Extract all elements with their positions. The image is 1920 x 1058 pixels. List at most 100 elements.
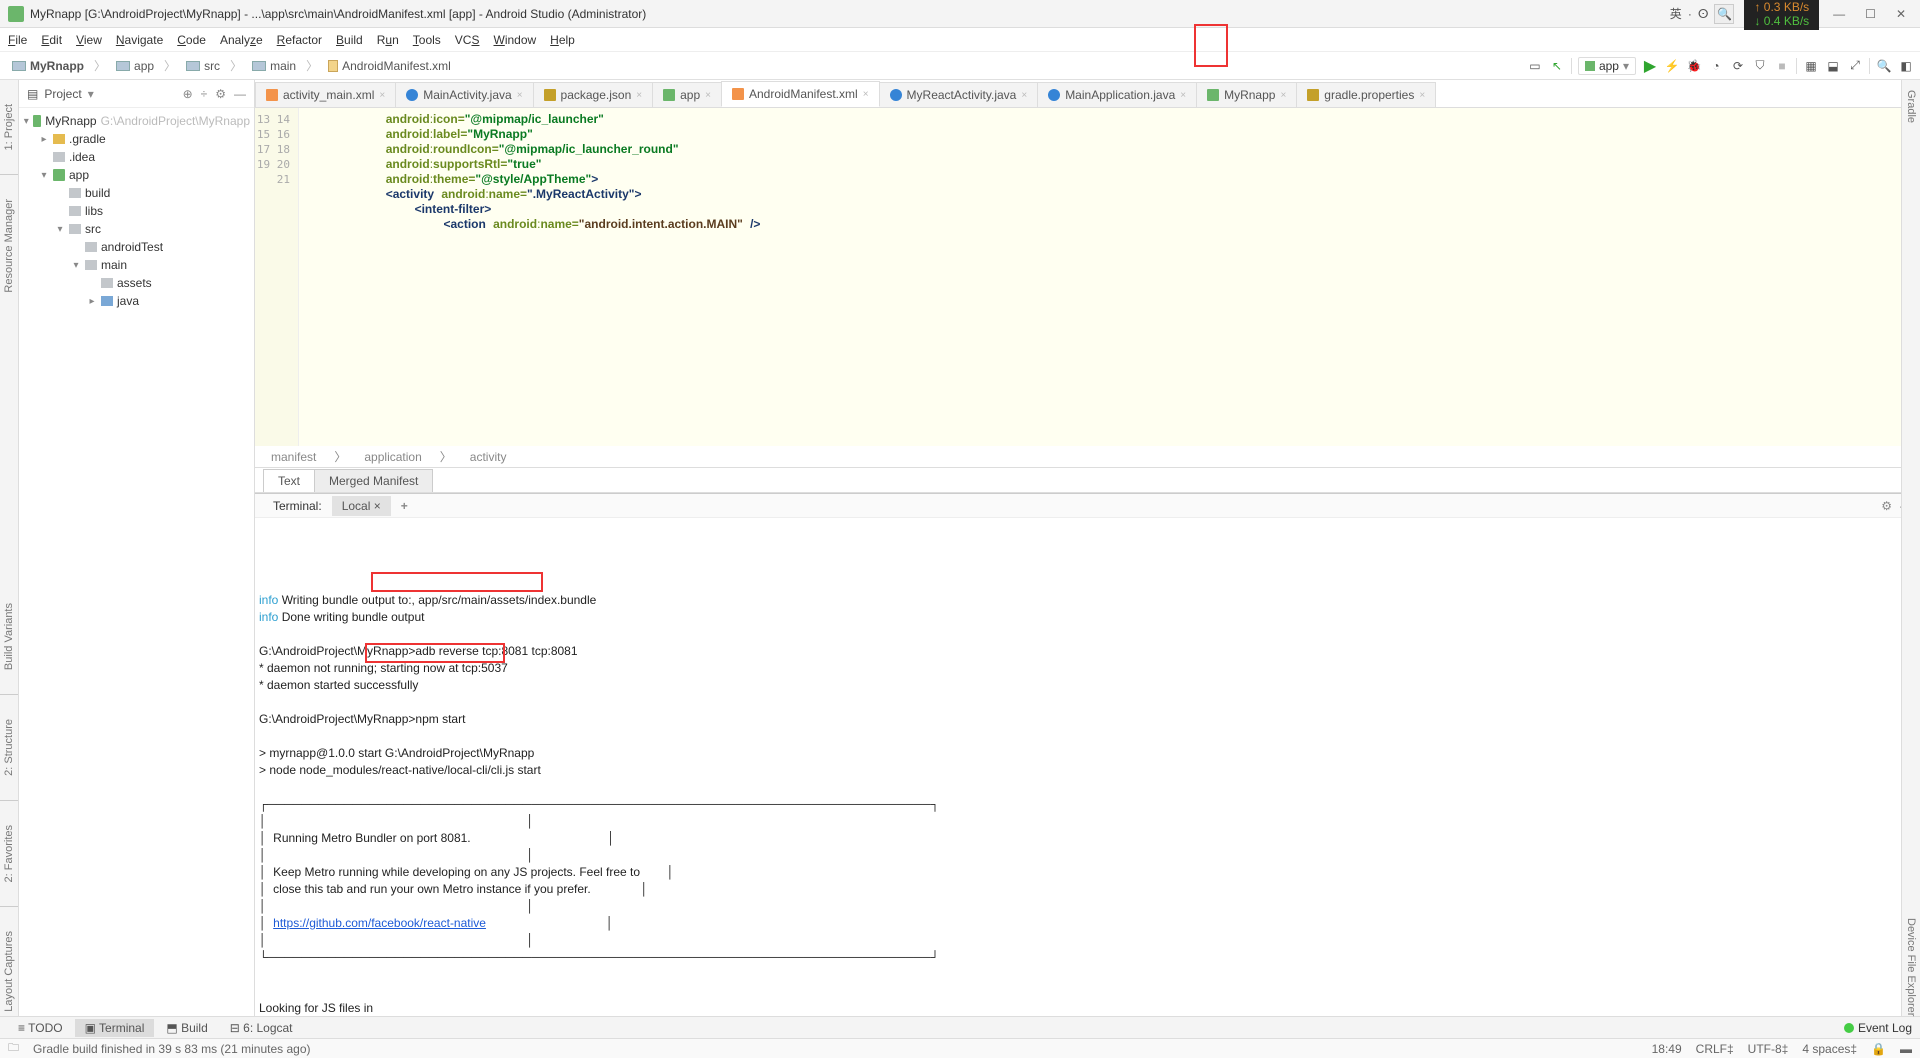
close-icon[interactable]: × xyxy=(1021,90,1027,101)
sidebar-tab-project[interactable]: 1: Project xyxy=(3,100,15,154)
project-tree[interactable]: ▾ MyRnapp G:\AndroidProject\MyRnapp▸ .gr… xyxy=(19,108,254,1016)
menu-analyze[interactable]: Analyze xyxy=(220,33,263,47)
editor-breadcrumb[interactable]: manifest〉 application〉 activity xyxy=(255,446,1920,468)
tree-row[interactable]: ▾ app xyxy=(19,166,254,184)
tree-row[interactable]: ▸ java xyxy=(19,292,254,310)
tree-row[interactable]: build xyxy=(19,184,254,202)
menu-refactor[interactable]: Refactor xyxy=(277,33,322,47)
close-icon[interactable]: × xyxy=(863,89,869,100)
profile-icon[interactable]: ◔ xyxy=(1708,58,1724,74)
sidebar-tab-resource-manager[interactable]: Resource Manager xyxy=(3,195,15,297)
terminal-new-tab[interactable]: + xyxy=(391,496,418,516)
editor-tab[interactable]: MyRnapp× xyxy=(1196,82,1297,107)
chevron-down-icon[interactable]: ▾ xyxy=(88,87,94,101)
tree-row[interactable]: androidTest xyxy=(19,238,254,256)
close-icon[interactable]: × xyxy=(374,499,381,513)
sdk-manager-icon[interactable]: ⬓ xyxy=(1825,58,1841,74)
expand-icon[interactable]: ▾ xyxy=(23,116,29,127)
stop-button[interactable]: ■ xyxy=(1774,58,1790,74)
menu-tools[interactable]: Tools xyxy=(413,33,441,47)
target-icon[interactable]: ⊕ xyxy=(183,87,193,101)
run-config-select[interactable]: app▾ xyxy=(1578,57,1636,75)
tree-row[interactable]: ▸ .gradle xyxy=(19,130,254,148)
event-log-button[interactable]: Event Log xyxy=(1844,1021,1912,1035)
terminal-tab-local[interactable]: Local × xyxy=(332,496,391,516)
menu-help[interactable]: Help xyxy=(550,33,575,47)
project-tool-window[interactable]: ▤ Project ▾ ⊕ ÷ ⚙ — ▾ MyRnapp G:\Android… xyxy=(19,80,255,1016)
run-button[interactable]: ▶ xyxy=(1642,58,1658,74)
close-icon[interactable]: × xyxy=(1180,90,1186,101)
breadcrumb-root[interactable]: MyRnapp xyxy=(6,57,90,75)
tree-row[interactable]: ▾ main xyxy=(19,256,254,274)
breadcrumb[interactable]: MyRnapp 〉 app 〉 src 〉 main 〉 AndroidMani… xyxy=(6,57,457,75)
collapse-icon[interactable]: ÷ xyxy=(201,87,208,101)
editor-tabs[interactable]: activity_main.xml×MainActivity.java×pack… xyxy=(255,80,1920,108)
lock-icon[interactable]: 🔒 xyxy=(1871,1042,1886,1056)
editor-tab[interactable]: MainActivity.java× xyxy=(395,82,533,107)
close-icon[interactable]: × xyxy=(379,90,385,101)
terminal-content[interactable]: info Writing bundle output to:, app/src/… xyxy=(255,518,1920,1016)
menu-build[interactable]: Build xyxy=(336,33,363,47)
maximize-icon[interactable]: ☐ xyxy=(1865,7,1876,21)
subtab-merged-manifest[interactable]: Merged Manifest xyxy=(314,469,433,492)
editor-tab[interactable]: MainApplication.java× xyxy=(1037,82,1197,107)
window-controls[interactable]: — ☐ ✕ xyxy=(1827,7,1912,21)
layout-icon[interactable]: ◧ xyxy=(1898,58,1914,74)
close-icon[interactable]: × xyxy=(636,90,642,101)
debug-button[interactable]: 🐞 xyxy=(1686,58,1702,74)
coverage-icon[interactable]: ⛉ xyxy=(1752,58,1768,74)
status-line-sep[interactable]: CRLF‡ xyxy=(1696,1042,1734,1056)
tree-row[interactable]: libs xyxy=(19,202,254,220)
editor-subtabs[interactable]: Text Merged Manifest xyxy=(255,468,1920,493)
avd-manager-icon[interactable]: ▦ xyxy=(1803,58,1819,74)
search-icon[interactable]: 🔍 xyxy=(1714,4,1734,24)
expand-icon[interactable]: ▸ xyxy=(39,134,49,145)
left-tool-stripe[interactable]: 1: Project Resource Manager Build Varian… xyxy=(0,80,19,1016)
reload-icon[interactable]: ⤢ xyxy=(1847,58,1863,74)
menu-code[interactable]: Code xyxy=(177,33,206,47)
editor-tab[interactable]: AndroidManifest.xml× xyxy=(721,81,880,107)
menu-navigate[interactable]: Navigate xyxy=(116,33,163,47)
status-indent[interactable]: 4 spaces‡ xyxy=(1802,1042,1857,1056)
menu-edit[interactable]: Edit xyxy=(41,33,62,47)
expand-icon[interactable]: ▾ xyxy=(39,170,49,181)
menu-view[interactable]: View xyxy=(76,33,102,47)
gear-icon[interactable]: ⚙ xyxy=(1881,499,1892,513)
status-encoding[interactable]: UTF-8‡ xyxy=(1748,1042,1789,1056)
sidebar-tab-layout-captures[interactable]: Layout Captures xyxy=(3,927,15,1016)
editor-tab[interactable]: package.json× xyxy=(533,82,654,107)
tool-tab-build[interactable]: ⬒ Build xyxy=(156,1019,217,1037)
sidebar-tab-structure[interactable]: 2: Structure xyxy=(3,715,15,780)
close-icon[interactable]: × xyxy=(517,90,523,101)
close-icon[interactable]: ✕ xyxy=(1896,7,1906,21)
close-icon[interactable]: × xyxy=(1280,90,1286,101)
bottom-tool-tabs[interactable]: ≡ TODO ▣ Terminal ⬒ Build ⊟ 6: Logcat Ev… xyxy=(0,1016,1920,1038)
apply-changes-icon[interactable]: ⚡ xyxy=(1664,58,1680,74)
gear-icon[interactable]: ⚙ xyxy=(215,87,226,101)
subtab-text[interactable]: Text xyxy=(263,469,315,492)
lock-icon[interactable]: 🗀 xyxy=(8,1039,19,1058)
expand-icon[interactable]: ▾ xyxy=(55,224,65,235)
search-everywhere-icon[interactable]: 🔍 xyxy=(1876,58,1892,74)
right-tool-stripe[interactable]: Gradle Device File Explorer xyxy=(1901,80,1920,1016)
tool-tab-logcat[interactable]: ⊟ 6: Logcat xyxy=(220,1019,303,1037)
tool-tab-terminal[interactable]: ▣ Terminal xyxy=(75,1019,155,1037)
editor-tab[interactable]: gradle.properties× xyxy=(1296,82,1436,107)
tree-row[interactable]: assets xyxy=(19,274,254,292)
tree-row[interactable]: .idea xyxy=(19,148,254,166)
menu-file[interactable]: File xyxy=(8,33,27,47)
code-content[interactable]: android:icon="@mipmap/ic_launcher" andro… xyxy=(299,108,1920,446)
sidebar-tab-device-file-explorer[interactable]: Device File Explorer xyxy=(1905,918,1917,1016)
terminal-tool-window[interactable]: Terminal: Local × + ⚙ — info Writing bun… xyxy=(255,493,1920,1016)
menu-run[interactable]: Run xyxy=(377,33,399,47)
sidebar-tab-gradle[interactable]: Gradle xyxy=(1905,90,1917,123)
tree-row[interactable]: ▾ MyRnapp G:\AndroidProject\MyRnapp xyxy=(19,112,254,130)
memory-indicator[interactable]: ▬ xyxy=(1900,1042,1912,1056)
editor-tab[interactable]: activity_main.xml× xyxy=(255,82,396,107)
expand-icon[interactable]: ▾ xyxy=(71,260,81,271)
minimize-icon[interactable]: — xyxy=(1833,7,1845,21)
hide-icon[interactable]: — xyxy=(234,87,246,101)
device-select-icon[interactable]: ▭ xyxy=(1527,58,1543,74)
menu-vcs[interactable]: VCS xyxy=(455,33,480,47)
sync-icon[interactable]: ↖ xyxy=(1549,58,1565,74)
